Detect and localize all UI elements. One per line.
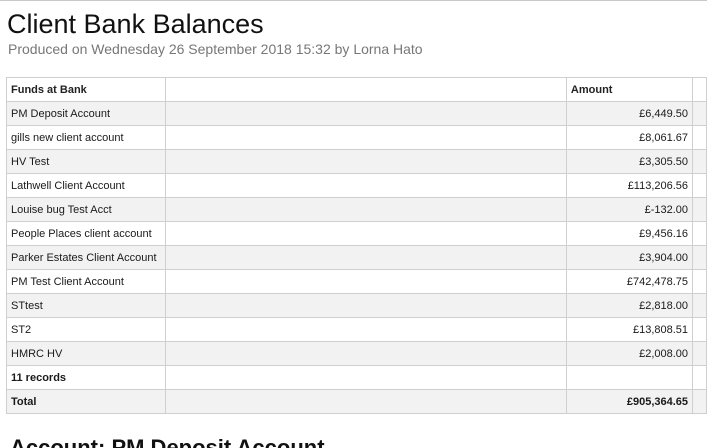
row-extra bbox=[692, 173, 707, 198]
account-amount: £9,456.16 bbox=[565, 221, 694, 246]
records-count: 11 records bbox=[6, 365, 166, 390]
total-row: Total £905,364.65 bbox=[6, 389, 707, 414]
row-spacer bbox=[164, 269, 567, 294]
client-bank-balances-table: Funds at Bank Amount PM Deposit Account … bbox=[6, 77, 707, 414]
records-count-row: 11 records bbox=[6, 365, 707, 390]
row-spacer bbox=[164, 197, 567, 222]
report-subtitle: Produced on Wednesday 26 September 2018 … bbox=[8, 41, 423, 57]
records-amount-empty bbox=[565, 365, 694, 390]
table-row: HMRC HV £2,008.00 bbox=[6, 341, 707, 366]
table-row: ST2 £13,808.51 bbox=[6, 317, 707, 342]
row-extra bbox=[692, 341, 707, 366]
row-spacer bbox=[164, 221, 567, 246]
account-amount: £8,061.67 bbox=[565, 125, 694, 150]
table-row: PM Test Client Account £742,478.75 bbox=[6, 269, 707, 294]
page-title: Client Bank Balances bbox=[7, 9, 264, 39]
header-funds-at-bank: Funds at Bank bbox=[6, 77, 166, 102]
row-spacer bbox=[164, 245, 567, 270]
row-extra bbox=[692, 317, 707, 342]
account-amount: £2,008.00 bbox=[565, 341, 694, 366]
header-spacer bbox=[164, 77, 567, 102]
row-extra bbox=[692, 221, 707, 246]
account-amount: £742,478.75 bbox=[565, 269, 694, 294]
header-extra bbox=[692, 77, 707, 102]
row-spacer bbox=[164, 101, 567, 126]
account-amount: £3,904.00 bbox=[565, 245, 694, 270]
account-name: People Places client account bbox=[6, 221, 166, 246]
row-spacer bbox=[164, 149, 567, 174]
account-name: HMRC HV bbox=[6, 341, 166, 366]
table-row: Louise bug Test Acct £-132.00 bbox=[6, 197, 707, 222]
header-amount: Amount bbox=[565, 77, 694, 102]
account-amount: £6,449.50 bbox=[565, 101, 694, 126]
top-divider bbox=[0, 0, 707, 1]
account-name: PM Test Client Account bbox=[6, 269, 166, 294]
account-amount: £113,206.56 bbox=[565, 173, 694, 198]
row-extra bbox=[692, 245, 707, 270]
account-name: Louise bug Test Acct bbox=[6, 197, 166, 222]
next-section-heading: Account: PM Deposit Account bbox=[10, 435, 325, 448]
account-name: STtest bbox=[6, 293, 166, 318]
row-spacer bbox=[164, 125, 567, 150]
account-amount: £13,808.51 bbox=[565, 317, 694, 342]
account-amount: £3,305.50 bbox=[565, 149, 694, 174]
account-name: Parker Estates Client Account bbox=[6, 245, 166, 270]
row-extra bbox=[692, 125, 707, 150]
row-extra bbox=[692, 365, 707, 390]
table-row: Lathwell Client Account £113,206.56 bbox=[6, 173, 707, 198]
table-row: PM Deposit Account £6,449.50 bbox=[6, 101, 707, 126]
total-label: Total bbox=[6, 389, 166, 414]
account-name: PM Deposit Account bbox=[6, 101, 166, 126]
account-amount: £2,818.00 bbox=[565, 293, 694, 318]
account-name: gills new client account bbox=[6, 125, 166, 150]
row-extra bbox=[692, 389, 707, 414]
row-spacer bbox=[164, 389, 567, 414]
row-spacer bbox=[164, 341, 567, 366]
table-row: HV Test £3,305.50 bbox=[6, 149, 707, 174]
row-spacer bbox=[164, 365, 567, 390]
row-extra bbox=[692, 101, 707, 126]
table-header-row: Funds at Bank Amount bbox=[6, 77, 707, 102]
account-amount: £-132.00 bbox=[565, 197, 694, 222]
account-name: HV Test bbox=[6, 149, 166, 174]
account-name: ST2 bbox=[6, 317, 166, 342]
row-extra bbox=[692, 269, 707, 294]
table-row: gills new client account £8,061.67 bbox=[6, 125, 707, 150]
table-row: Parker Estates Client Account £3,904.00 bbox=[6, 245, 707, 270]
row-spacer bbox=[164, 173, 567, 198]
row-extra bbox=[692, 149, 707, 174]
total-amount: £905,364.65 bbox=[565, 389, 694, 414]
table-row: People Places client account £9,456.16 bbox=[6, 221, 707, 246]
table-row: STtest £2,818.00 bbox=[6, 293, 707, 318]
row-extra bbox=[692, 197, 707, 222]
row-extra bbox=[692, 293, 707, 318]
account-name: Lathwell Client Account bbox=[6, 173, 166, 198]
row-spacer bbox=[164, 293, 567, 318]
row-spacer bbox=[164, 317, 567, 342]
